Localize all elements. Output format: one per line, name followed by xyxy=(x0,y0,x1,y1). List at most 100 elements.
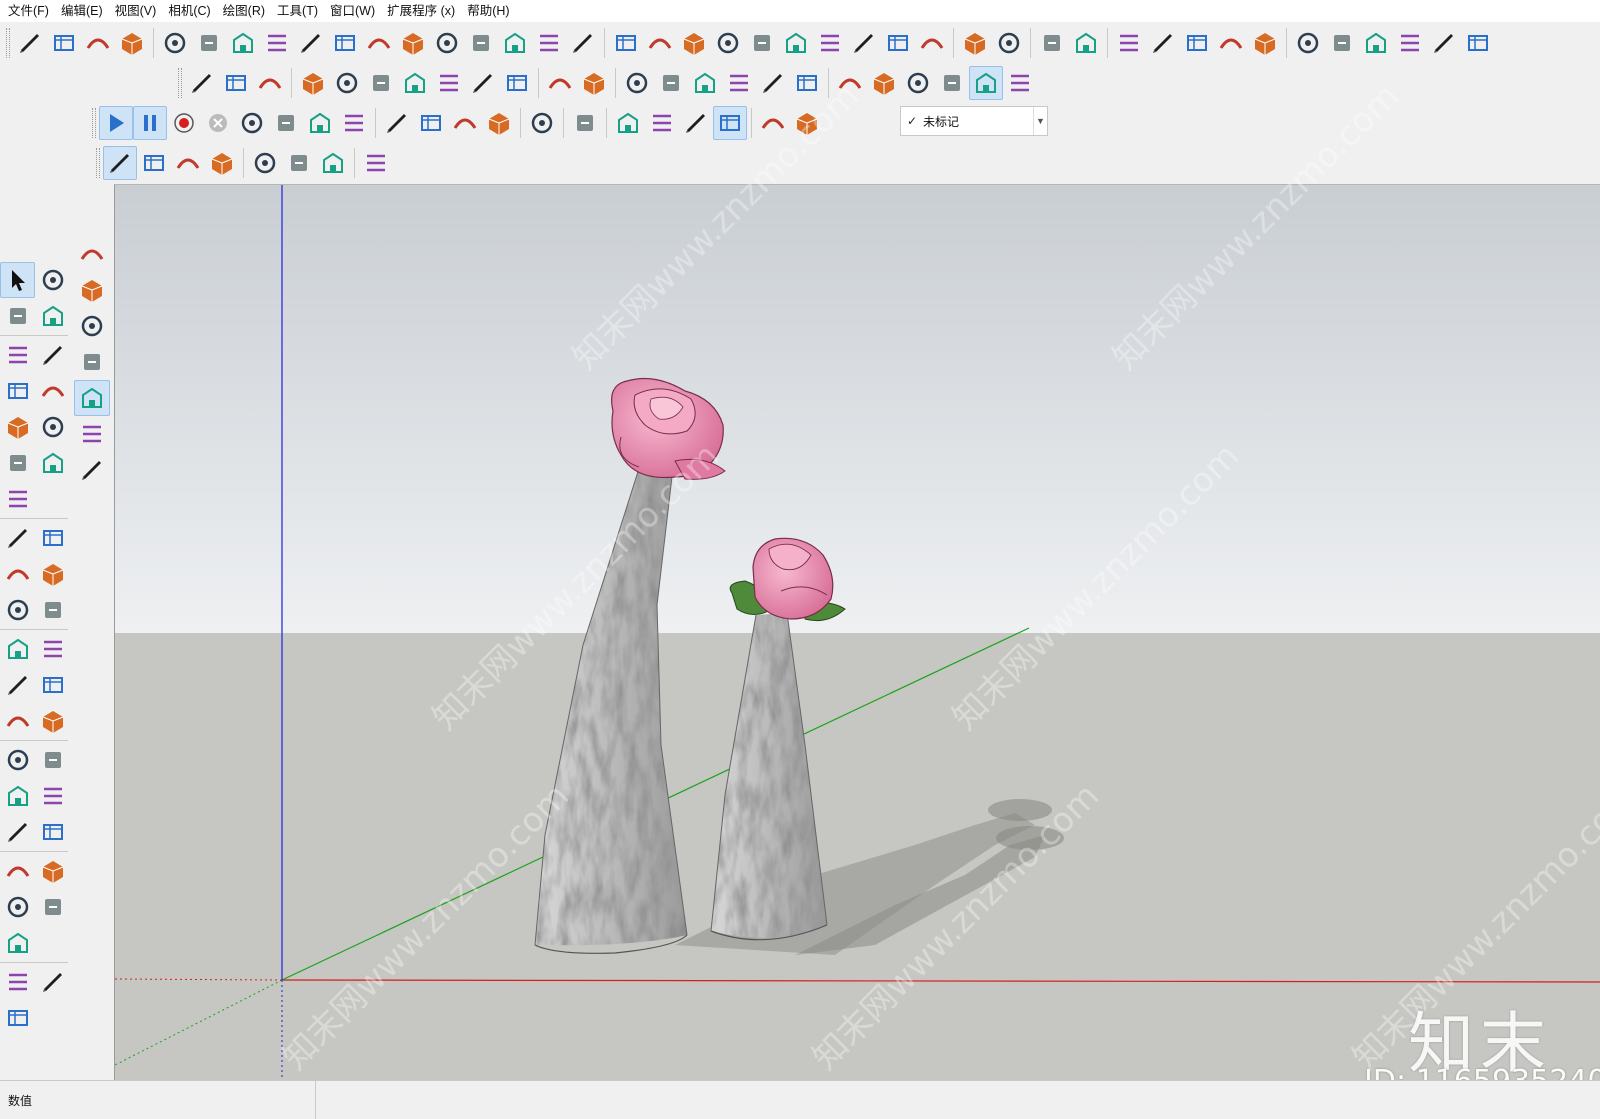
select2-icon[interactable] xyxy=(74,380,110,416)
resize-icon[interactable] xyxy=(248,146,282,180)
arch-icon[interactable] xyxy=(294,26,328,60)
group2-icon[interactable] xyxy=(654,66,688,100)
brush-icon[interactable] xyxy=(992,26,1026,60)
sync-icon[interactable] xyxy=(1248,26,1282,60)
package-icon[interactable] xyxy=(790,106,824,140)
sandbox-smoove-icon[interactable] xyxy=(0,964,35,1000)
measurements-box[interactable]: 数值 xyxy=(0,1081,316,1119)
line-icon[interactable] xyxy=(448,106,482,140)
plugin-icon[interactable] xyxy=(568,106,602,140)
point-icon[interactable] xyxy=(380,106,414,140)
arc1-icon[interactable] xyxy=(35,409,70,445)
menu-view[interactable]: 视图(V) xyxy=(109,0,163,22)
array-icon[interactable] xyxy=(881,26,915,60)
zoom-icon[interactable] xyxy=(0,778,35,814)
pencil-edit-icon[interactable] xyxy=(745,26,779,60)
columns-icon[interactable] xyxy=(813,26,847,60)
menu-help[interactable]: 帮助(H) xyxy=(461,0,515,22)
menu-file[interactable]: 文件(F) xyxy=(2,0,55,22)
knife-icon[interactable] xyxy=(430,26,464,60)
rect-icon[interactable] xyxy=(35,337,70,373)
eraser-icon[interactable] xyxy=(0,298,35,334)
camera-icon[interactable] xyxy=(679,106,713,140)
solid-icon[interactable] xyxy=(915,26,949,60)
stop-icon[interactable] xyxy=(201,106,235,140)
group5-icon[interactable] xyxy=(756,66,790,100)
arc3-icon[interactable] xyxy=(35,445,70,481)
pan-icon[interactable] xyxy=(35,742,70,778)
plane-icon[interactable] xyxy=(398,66,432,100)
rectangle-icon[interactable] xyxy=(482,106,516,140)
eraser3d-icon[interactable] xyxy=(566,26,600,60)
sandbox-icon[interactable] xyxy=(13,26,47,60)
spiral-icon[interactable] xyxy=(711,26,745,60)
folder-up-icon[interactable] xyxy=(1112,26,1146,60)
menu-tools[interactable]: 工具(T) xyxy=(271,0,324,22)
pin-icon[interactable] xyxy=(958,26,992,60)
shed-icon[interactable] xyxy=(1393,26,1427,60)
section-icon[interactable] xyxy=(219,66,253,100)
upload-icon[interactable] xyxy=(74,272,110,308)
scale-icon[interactable] xyxy=(0,592,35,628)
grid2-icon[interactable] xyxy=(498,26,532,60)
axes-icon[interactable] xyxy=(0,703,35,739)
roof-icon[interactable] xyxy=(1461,26,1495,60)
gear-flower-icon[interactable] xyxy=(756,106,790,140)
position-camera-icon[interactable] xyxy=(0,853,35,889)
cluster-icon[interactable] xyxy=(282,146,316,180)
menu-edit[interactable]: 编辑(E) xyxy=(55,0,109,22)
chain-icon[interactable] xyxy=(643,26,677,60)
tag-dropdown[interactable]: ✓ 未标记 ▼ xyxy=(900,106,1048,136)
settings-icon[interactable] xyxy=(235,106,269,140)
cloud-link-icon[interactable] xyxy=(103,146,137,180)
cloud-share-icon[interactable] xyxy=(137,146,171,180)
rotated-rect-icon[interactable] xyxy=(0,373,35,409)
xray-icon[interactable] xyxy=(833,66,867,100)
menu-draw[interactable]: 绘图(R) xyxy=(217,0,271,22)
offset-icon[interactable] xyxy=(226,26,260,60)
stamp-icon[interactable] xyxy=(35,964,70,1000)
followme2-icon[interactable] xyxy=(35,556,70,592)
hide-icon[interactable] xyxy=(525,106,559,140)
hidden-line-icon[interactable] xyxy=(901,66,935,100)
eraser2-icon[interactable] xyxy=(74,452,110,488)
cone-icon[interactable] xyxy=(414,106,448,140)
cloud-list-icon[interactable] xyxy=(205,146,239,180)
curve-icon[interactable] xyxy=(677,26,711,60)
film-icon[interactable] xyxy=(269,106,303,140)
cloud-up-icon[interactable] xyxy=(1180,26,1214,60)
corner1-icon[interactable] xyxy=(543,66,577,100)
cloud-check-icon[interactable] xyxy=(171,146,205,180)
record-icon[interactable] xyxy=(167,106,201,140)
followme-icon[interactable] xyxy=(500,66,534,100)
dimension-icon[interactable] xyxy=(192,26,226,60)
timer-icon[interactable] xyxy=(713,106,747,140)
toolbar-grip[interactable] xyxy=(178,68,182,98)
home-icon[interactable] xyxy=(1359,26,1393,60)
group3-icon[interactable] xyxy=(688,66,722,100)
sandbox-from-contours-icon[interactable] xyxy=(0,925,35,961)
move-icon[interactable] xyxy=(0,520,35,556)
camera-video-icon[interactable] xyxy=(645,106,679,140)
group6-icon[interactable] xyxy=(790,66,824,100)
door-icon[interactable] xyxy=(532,26,566,60)
toolbar-grip[interactable] xyxy=(6,28,10,58)
arc2-icon[interactable] xyxy=(0,445,35,481)
orbit-dot-icon[interactable] xyxy=(611,106,645,140)
slab-icon[interactable] xyxy=(396,26,430,60)
corner2-icon[interactable] xyxy=(577,66,611,100)
textured-icon[interactable] xyxy=(969,66,1003,100)
toolbar-grip[interactable] xyxy=(92,108,96,138)
dimension2-icon[interactable] xyxy=(35,631,70,667)
component-icon[interactable] xyxy=(35,262,70,298)
shaded-icon[interactable] xyxy=(935,66,969,100)
scenes-icon[interactable] xyxy=(303,106,337,140)
wireframe-icon[interactable] xyxy=(867,66,901,100)
3dtext-icon[interactable] xyxy=(35,703,70,739)
spline-icon[interactable] xyxy=(362,26,396,60)
house-outline-icon[interactable] xyxy=(1427,26,1461,60)
drape-icon[interactable] xyxy=(0,1000,35,1036)
chevron-down-icon[interactable]: ▼ xyxy=(1033,107,1047,135)
look-around-icon[interactable] xyxy=(35,853,70,889)
pushpull-icon[interactable] xyxy=(35,520,70,556)
